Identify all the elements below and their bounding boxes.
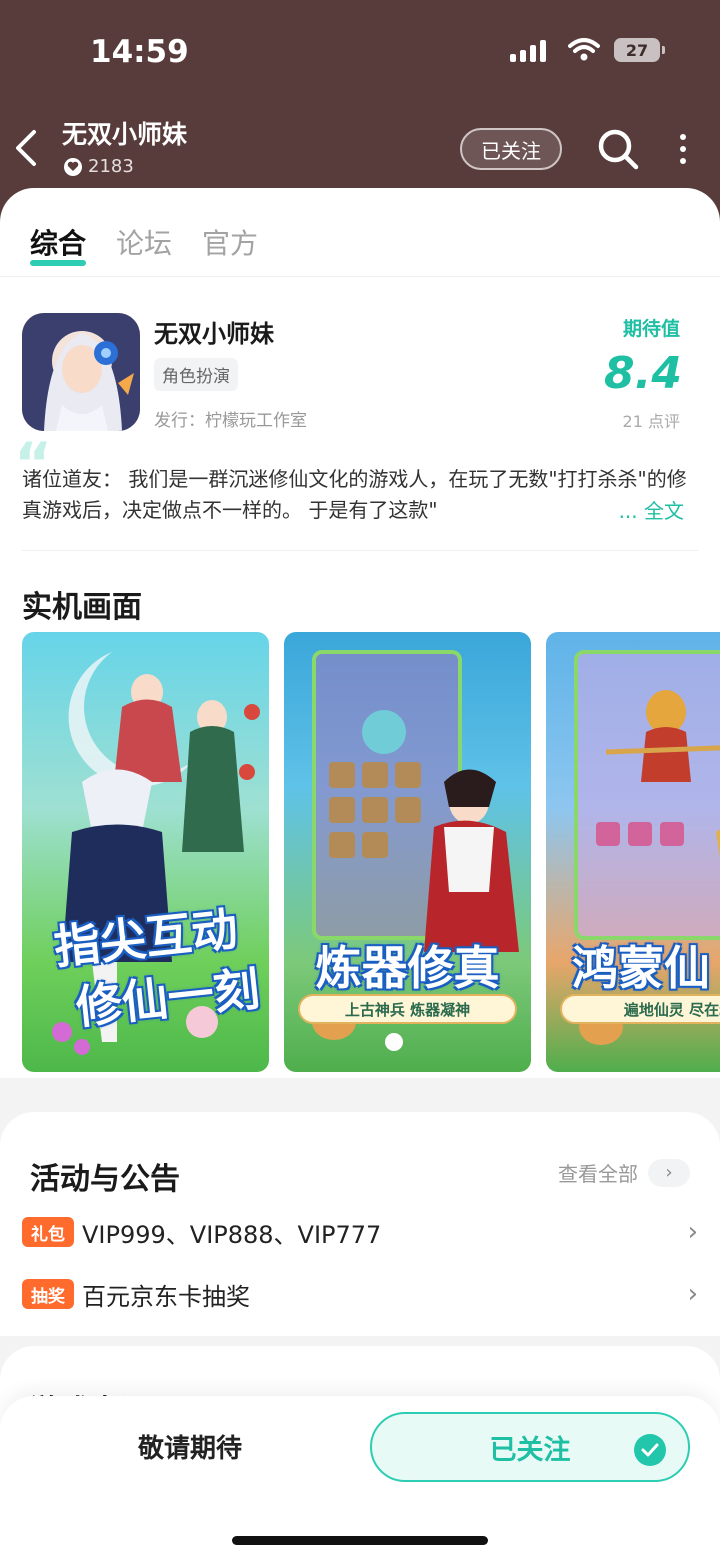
- tab-overview-label: 综合: [30, 227, 87, 260]
- screenshot-1[interactable]: 指尖互动 修仙一刻: [22, 632, 269, 1072]
- screenshot-2-subtitle: 上古神兵 炼器凝神: [298, 994, 517, 1024]
- battery-icon: 27: [614, 38, 665, 62]
- tab-forum-label: 论坛: [116, 227, 173, 260]
- screenshot-2[interactable]: 炼器修真 上古神兵 炼器凝神: [284, 632, 531, 1072]
- read-more-link[interactable]: ... 全文: [614, 495, 684, 524]
- expectation-score: 8.4: [604, 348, 682, 399]
- wifi-icon: [568, 38, 600, 61]
- main-content: 综合 论坛 官方 无双小师妹 角色扮演 发行：柠檬玩工作室 期待值 8.4 21…: [0, 188, 720, 1078]
- activity-item-text: 百元京东卡抽奖: [82, 1282, 250, 1311]
- followed-button[interactable]: 已关注: [370, 1412, 690, 1482]
- screenshot-carousel[interactable]: 指尖互动 修仙一刻 炼器修真 上古神兵 炼器凝神 鸿蒙仙 遍地仙灵 尽在: [22, 632, 720, 1072]
- activity-title: 活动与公告: [30, 1162, 180, 1197]
- battery-level: 27: [625, 40, 649, 60]
- chevron-right-icon: ›: [687, 1279, 698, 1309]
- screenshot-2-caption: 炼器修真: [315, 941, 500, 995]
- search-icon[interactable]: [596, 127, 640, 171]
- screenshot-3-caption: 鸿蒙仙: [572, 941, 710, 995]
- header-follow-button[interactable]: 已关注: [460, 128, 562, 170]
- back-arrow-icon[interactable]: [12, 128, 42, 168]
- cellular-signal-icon: [510, 38, 554, 62]
- check-icon: [634, 1434, 666, 1466]
- home-indicator[interactable]: [232, 1536, 488, 1545]
- status-icons: 27: [510, 38, 665, 62]
- view-all-label: 查看全部: [558, 1162, 638, 1186]
- bottom-action-bar: 敬请期待 已关注: [0, 1396, 720, 1561]
- view-all-button[interactable]: 查看全部 ›: [558, 1158, 690, 1187]
- expectation-label: 期待值: [622, 318, 680, 340]
- tab-overview[interactable]: 综合: [30, 222, 87, 266]
- gift-badge: 礼包: [22, 1217, 74, 1247]
- tab-official[interactable]: 官方: [202, 222, 258, 262]
- divider: [0, 276, 720, 277]
- activity-item[interactable]: 礼包 VIP999、VIP888、VIP777 ›: [22, 1212, 698, 1252]
- activity-item[interactable]: 抽奖 百元京东卡抽奖 ›: [22, 1274, 698, 1314]
- app-name: 无双小师妹: [154, 320, 274, 348]
- activity-item-text: VIP999、VIP888、VIP777: [82, 1220, 382, 1249]
- publisher-text: 发行：柠檬玩工作室: [154, 411, 307, 431]
- screenshot-3-subtitle: 遍地仙灵 尽在囊中: [560, 994, 720, 1024]
- tab-bar: 综合 论坛 官方: [30, 222, 258, 266]
- status-time: 14:59: [90, 34, 189, 70]
- tab-active-indicator: [30, 260, 87, 266]
- stay-tuned-button[interactable]: 敬请期待: [60, 1428, 320, 1465]
- page-title: 无双小师妹: [62, 120, 188, 149]
- tab-official-label: 官方: [202, 227, 259, 260]
- genre-tag[interactable]: 角色扮演: [154, 358, 238, 391]
- screenshot-3[interactable]: 鸿蒙仙 遍地仙灵 尽在囊中: [546, 632, 720, 1072]
- chevron-right-icon: ›: [648, 1158, 690, 1187]
- lottery-badge: 抽奖: [22, 1279, 74, 1309]
- activity-section: 活动与公告 查看全部 › 礼包 VIP999、VIP888、VIP777 › 抽…: [0, 1112, 720, 1336]
- app-icon: [22, 313, 140, 431]
- heart-icon: [64, 157, 82, 176]
- divider: [22, 550, 698, 551]
- followed-label: 已关注: [489, 1434, 571, 1466]
- screenshots-title: 实机画面: [22, 590, 142, 625]
- more-options-icon[interactable]: [676, 134, 690, 164]
- chevron-right-icon: ›: [687, 1217, 698, 1247]
- tab-forum[interactable]: 论坛: [116, 222, 172, 262]
- game-description: 诸位道友： 我们是一群沉迷修仙文化的游戏人，在玩了无数"打打杀杀"的修真游戏后，…: [22, 467, 687, 522]
- review-count[interactable]: 21 点评: [623, 408, 680, 432]
- follower-count-value: 2183: [88, 156, 134, 177]
- follower-count: 2183: [64, 156, 134, 177]
